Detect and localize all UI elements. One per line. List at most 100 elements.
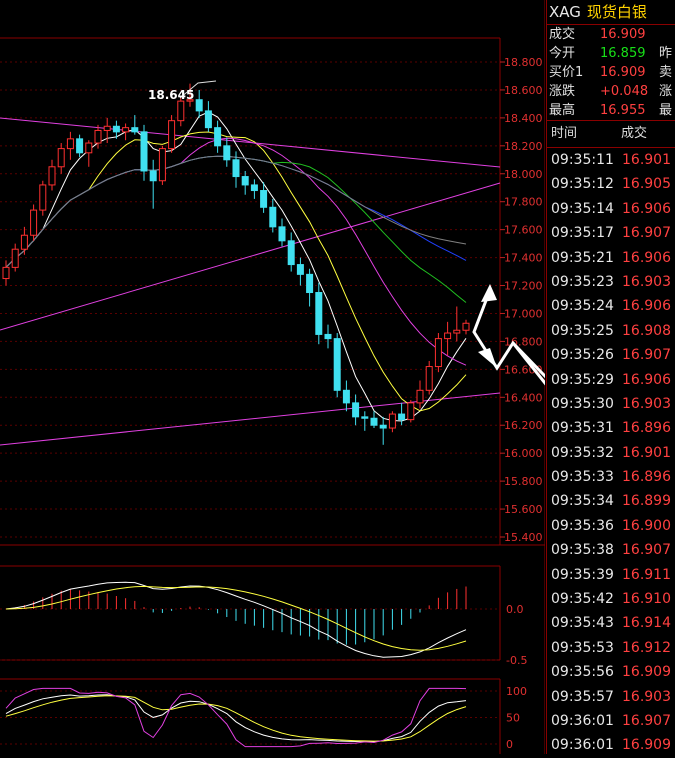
price-tick-label: 17.200: [504, 280, 543, 293]
tick-time: 09:35:11: [551, 152, 614, 168]
tick-row: 09:35:12 16.905: [547, 172, 675, 196]
candle-down: [232, 159, 240, 178]
quote-value: +0.048: [600, 84, 649, 99]
tick-time: 09:35:12: [551, 176, 614, 193]
candle-up: [30, 209, 38, 236]
candle-down: [278, 226, 286, 242]
tick-time: 09:35:25: [551, 322, 614, 339]
kdj-tick-label: 100: [506, 685, 527, 698]
candle-down: [76, 138, 84, 154]
tick-price: 16.907: [622, 712, 671, 729]
candle-down: [250, 184, 258, 192]
macd-panel: 0.0 -0.5: [0, 581, 527, 667]
high-marker: 18.645: [148, 80, 217, 102]
price-tick-label: 15.400: [504, 531, 543, 544]
tick-time: 09:35:24: [551, 298, 614, 315]
candle-down: [241, 176, 249, 186]
tick-time: 09:35:26: [551, 347, 614, 364]
price-tick-label: 17.400: [504, 252, 543, 265]
candle-up: [434, 338, 442, 368]
price-tick-label: 16.000: [504, 447, 543, 460]
tick-row: 09:35:11 16.901: [547, 148, 675, 172]
tick-price: 16.911: [622, 566, 671, 583]
price-tick-label: 17.600: [504, 224, 543, 237]
kdj-tick-label: 50: [506, 712, 520, 725]
tick-price: 16.900: [622, 517, 671, 534]
candle-down: [287, 240, 295, 266]
tick-time: 09:35:43: [551, 615, 614, 632]
quote-row: 买价1 16.909 卖: [547, 63, 675, 82]
quote-value: 16.859: [600, 46, 646, 61]
tick-price: 16.907: [622, 225, 671, 242]
tick-row: 09:35:32 16.901: [547, 441, 675, 465]
tick-price: 16.906: [622, 200, 671, 217]
candle-up: [94, 129, 102, 144]
candle-down: [296, 264, 304, 275]
candle-down: [149, 170, 157, 182]
tick-row: 09:35:53 16.912: [547, 636, 675, 660]
candle-up: [462, 322, 470, 331]
symbol-header: XAG 现货白银: [547, 0, 675, 25]
candle-up: [57, 148, 65, 168]
kline-chart[interactable]: 18.800 18.600 18.400 18.200 18.000 17.800 17.6…: [0, 0, 545, 754]
tick-time: 09:35:34: [551, 493, 614, 510]
tick-price: 16.896: [622, 469, 671, 486]
quote-label: 涨跌: [549, 84, 576, 99]
candle-up: [11, 248, 19, 268]
tick-row: 09:35:34 16.899: [547, 489, 675, 513]
high-label: 18.645: [148, 88, 194, 102]
quote-panel: XAG 现货白银 成交 16.909 今开 16.859 昨买价1 16.909 卖涨跌 +0.…: [546, 0, 675, 754]
tick-row: 09:35:43 16.914: [547, 611, 675, 635]
tick-header-price: 成交: [621, 126, 648, 141]
candle-down: [140, 131, 148, 172]
tick-price: 16.912: [622, 639, 671, 656]
tick-time: 09:35:36: [551, 517, 614, 534]
kdj-k-line: [5, 694, 467, 743]
tick-row: 09:35:23 16.903: [547, 270, 675, 294]
candles: [2, 83, 470, 445]
tick-time: 09:35:29: [551, 371, 614, 388]
quote-value: 16.909: [600, 65, 646, 80]
candle-up: [122, 127, 130, 133]
price-tick-label: 18.200: [504, 140, 543, 153]
candle-up: [388, 413, 396, 429]
price-grid: [0, 61, 500, 538]
tick-price: 16.907: [622, 347, 671, 364]
tick-row: 09:36:01 16.907: [547, 709, 675, 733]
candle-up: [416, 389, 424, 404]
candle-down: [131, 127, 139, 133]
tick-list[interactable]: 09:35:11 16.901 09:35:12 16.905 09:35:14 16.9…: [547, 148, 675, 758]
tick-time: 09:35:42: [551, 591, 614, 608]
tick-time: 09:35:38: [551, 542, 614, 559]
tick-price: 16.903: [622, 688, 671, 705]
tick-row: 09:35:42 16.910: [547, 587, 675, 611]
tick-price: 16.906: [622, 371, 671, 388]
tick-row: 09:35:26 16.907: [547, 343, 675, 367]
quote-row: 涨跌 +0.048 涨: [547, 82, 675, 101]
tick-price: 16.903: [622, 395, 671, 412]
quote-block: 成交 16.909 今开 16.859 昨买价1 16.909 卖涨跌 +0.048 涨最高 16…: [547, 25, 675, 120]
tick-price: 16.899: [622, 493, 671, 510]
tick-time: 09:35:14: [551, 200, 614, 217]
candle-up: [425, 366, 433, 391]
quote-extra: 最: [659, 103, 673, 118]
tick-price: 16.901: [622, 152, 671, 168]
candle-down: [260, 190, 268, 208]
price-tick-label: 17.800: [504, 196, 543, 209]
candle-down: [398, 413, 406, 421]
tick-time: 09:35:21: [551, 249, 614, 266]
candle-up: [20, 234, 28, 250]
tick-row: 09:35:57 16.903: [547, 685, 675, 709]
candle-down: [306, 273, 314, 294]
candle-down: [223, 145, 231, 161]
tick-row: 09:35:14 16.906: [547, 197, 675, 221]
macd-tick-label: 0.0: [506, 603, 524, 616]
candle-down: [333, 338, 341, 391]
quote-value: 16.955: [600, 103, 646, 118]
quote-label: 最高: [549, 103, 576, 118]
candle-up: [453, 329, 461, 334]
candle-up: [103, 125, 111, 131]
tick-time: 09:36:01: [551, 712, 614, 729]
quote-row: 今开 16.859 昨: [547, 44, 675, 63]
price-tick-label: 18.400: [504, 112, 543, 125]
